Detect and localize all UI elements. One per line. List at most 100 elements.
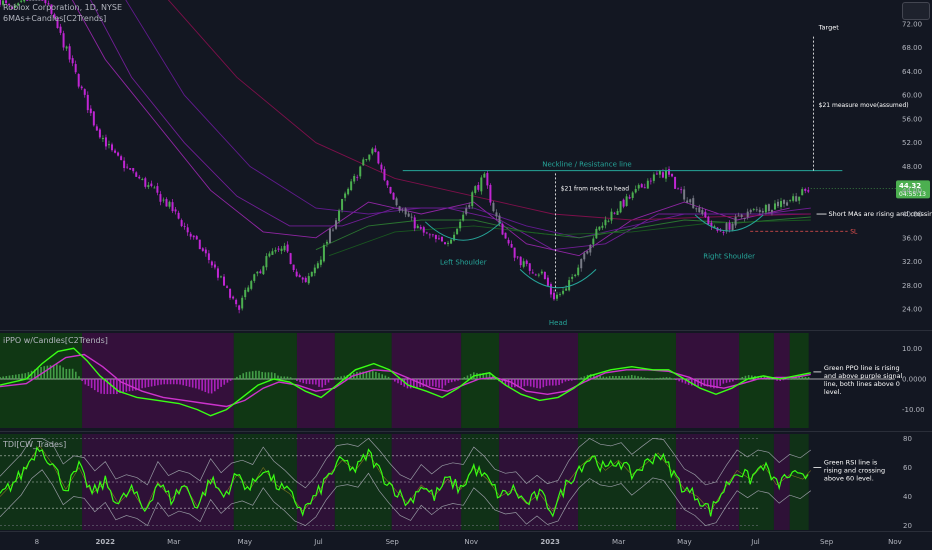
candle-body: [359, 166, 362, 177]
stop-loss-label: SL: [850, 228, 858, 235]
candle-body: [301, 277, 304, 280]
candle-body: [522, 261, 525, 267]
candle-body: [204, 249, 207, 254]
candle-body: [692, 198, 695, 209]
candle-body: [562, 290, 565, 294]
candle-body: [773, 203, 776, 210]
ppo-histogram-bar: [668, 377, 671, 380]
candle-body: [546, 277, 549, 286]
ppo-histogram-bar: [782, 378, 785, 381]
ppo-histogram-bar: [435, 378, 437, 387]
ppo-histogram-bar: [327, 378, 330, 383]
candle-body: [764, 204, 767, 213]
candle-body: [780, 201, 783, 207]
candle-body: [86, 94, 89, 111]
candle-body: [471, 192, 474, 207]
candle-body: [628, 197, 631, 199]
candle-body: [556, 294, 559, 299]
candle-body: [707, 216, 710, 225]
ppo-histogram-bar: [428, 378, 431, 387]
candle-body: [407, 213, 410, 217]
ppo-histogram-bar: [93, 378, 96, 391]
candle-body: [646, 180, 649, 189]
ppo-histogram-bar: [394, 378, 396, 382]
ppo-histogram-bar: [201, 378, 203, 391]
candle-body: [483, 173, 486, 178]
candle-body: [98, 129, 101, 138]
x-tick-label: 2023: [540, 538, 560, 546]
candle-body: [244, 289, 247, 298]
candle-body: [683, 189, 686, 200]
candle-body: [171, 202, 174, 212]
candle-body: [274, 249, 277, 252]
ppo-histogram-bar: [539, 378, 541, 389]
ppo-histogram-bar: [659, 377, 661, 380]
candle-body: [368, 154, 371, 160]
candle-body: [543, 271, 546, 279]
ppo-histogram-bar: [144, 378, 147, 388]
ppo-histogram-bar: [804, 376, 807, 380]
candle-body: [313, 267, 316, 274]
ppo-histogram-bar: [621, 375, 624, 380]
candle-body: [749, 209, 752, 213]
candle-body: [331, 229, 334, 231]
candle-body: [229, 288, 232, 298]
ppo-histogram-bar: [81, 378, 83, 382]
ppo-histogram-bar: [122, 378, 124, 393]
ppo-histogram-bar: [68, 368, 71, 380]
ppo-histogram-bar: [735, 378, 737, 381]
candle-body: [416, 225, 419, 229]
ppo-histogram-bar: [169, 378, 172, 385]
candle-body: [374, 148, 377, 153]
rsi-tick-label: 20: [903, 522, 912, 530]
candle-body: [661, 172, 664, 178]
ppo-histogram-bar: [375, 371, 377, 380]
price-tick-label: 52.00: [902, 139, 922, 147]
ppo-histogram-bar: [627, 375, 630, 380]
ppo-histogram-bar: [198, 378, 200, 390]
ppo-histogram-bar: [378, 373, 380, 380]
ppo-histogram-bar: [0, 376, 1, 380]
candle-body: [165, 199, 168, 207]
candle-body: [456, 228, 459, 235]
candle-body: [404, 208, 407, 215]
candle-body: [192, 235, 195, 238]
ppo-histogram-bar: [526, 378, 529, 386]
ppo-histogram-bar: [37, 368, 39, 380]
candle-body: [474, 186, 477, 193]
candle-body: [310, 271, 313, 277]
candle-body: [571, 276, 574, 279]
candle-body: [104, 137, 107, 147]
candle-body: [419, 227, 422, 229]
candle-body: [120, 156, 123, 160]
price-tick-label: 28.00: [902, 282, 922, 290]
rsi-zone: [334, 434, 392, 530]
ppo-histogram-bar: [624, 375, 627, 380]
candle-body: [123, 160, 126, 169]
ppo-histogram-bar: [267, 372, 270, 380]
rsi-tick-label: 60: [903, 464, 912, 472]
chart-menu-button[interactable]: [902, 2, 930, 20]
ppo-histogram-bar: [311, 378, 314, 385]
ppo-tick-label: 0.0000: [902, 375, 927, 383]
ppo-histogram-bar: [612, 375, 614, 380]
candle-body: [664, 170, 667, 179]
ppo-histogram-bar: [340, 376, 342, 380]
ppo-histogram-bar: [665, 377, 668, 380]
candle-body: [23, 0, 26, 2]
candle-body: [147, 185, 150, 188]
x-tick-label: Sep: [386, 538, 400, 546]
ppo-histogram-bar: [138, 378, 140, 390]
candle-body: [468, 205, 471, 208]
stock-chart[interactable]: Neckline / Resistance line Left Shoulder H…: [0, 0, 932, 550]
ppo-histogram-bar: [157, 378, 159, 386]
candle-body: [728, 222, 731, 230]
ppo-zone: [0, 333, 83, 428]
candle-body: [41, 0, 44, 1]
candle-body: [559, 294, 562, 295]
x-tick-label: Nov: [464, 538, 478, 546]
candle-body: [510, 244, 513, 248]
candle-body: [0, 0, 1, 5]
rsi-note-line: Green RSI line is: [824, 459, 878, 467]
candle-body: [156, 186, 159, 193]
